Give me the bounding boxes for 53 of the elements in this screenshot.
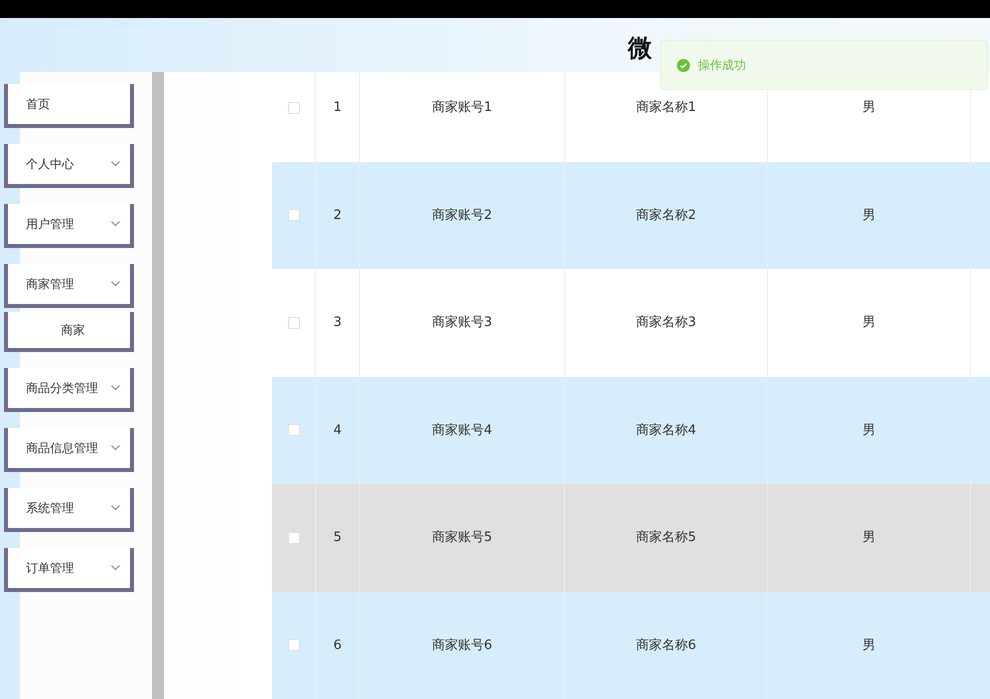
row-checkbox[interactable]: [288, 639, 300, 652]
table-cell-text: 6: [333, 636, 342, 654]
table-cell-text: 男: [862, 636, 876, 654]
chevron-down-icon: [111, 161, 120, 167]
chevron-down-icon: [111, 221, 120, 227]
chevron-down-icon: [111, 565, 120, 571]
scrollbar[interactable]: [152, 72, 164, 699]
table-cell-text: 1: [333, 99, 342, 117]
table-cell-text: 男: [862, 206, 876, 224]
table-cell-text: 商家名称2: [636, 206, 696, 224]
table-cell-text: 商家名称4: [636, 422, 696, 440]
sidebar-item[interactable]: 个人中心: [4, 144, 134, 188]
table-cell-text: 商家名称1: [636, 99, 696, 117]
chevron-down-icon: [111, 445, 120, 451]
row-checkbox[interactable]: [288, 102, 300, 114]
table-cell-text: 商家账号5: [432, 529, 492, 547]
table-cell-text: 商家账号1: [432, 99, 492, 117]
table-row[interactable]: 6 商家账号6 商家名称6 男: [272, 592, 990, 699]
table-cell-text: 2: [333, 206, 342, 224]
sidebar-item[interactable]: 商品信息管理: [4, 428, 134, 472]
table-cell-text: 男: [862, 99, 876, 117]
table-cell-text: 商家名称3: [636, 314, 696, 332]
sidebar-item[interactable]: 首页: [4, 84, 134, 128]
row-checkbox[interactable]: [288, 424, 300, 436]
table-cell-text: 商家名称5: [636, 529, 696, 547]
table-cell-text: 5: [333, 529, 342, 547]
table-cell-text: 商家账号4: [432, 422, 492, 440]
table-cell-text: 商家名称6: [636, 636, 696, 654]
table-cell-text: 男: [862, 529, 876, 547]
toast-message: 操作成功: [698, 57, 746, 74]
table-cell-text: 男: [862, 314, 876, 332]
check-circle-icon: [677, 58, 690, 72]
table-row[interactable]: 2 商家账号2 商家名称2 男: [272, 162, 990, 269]
table-cell-text: 商家账号2: [432, 206, 492, 224]
table-row[interactable]: 5 商家账号5 商家名称5 男: [272, 484, 990, 592]
sidebar-item[interactable]: 商家管理: [4, 264, 134, 308]
sidebar-item[interactable]: 用户管理: [4, 204, 134, 248]
chevron-down-icon: [111, 505, 120, 511]
table-cell-text: 商家账号6: [432, 636, 492, 654]
chevron-down-icon: [111, 385, 120, 391]
chevron-down-icon: [111, 281, 120, 287]
table-cell-text: 商家账号3: [432, 314, 492, 332]
sidebar-item[interactable]: 商品分类管理: [4, 368, 134, 412]
table-cell-text: 4: [333, 422, 342, 440]
table-cell-text: 3: [333, 314, 342, 332]
row-checkbox[interactable]: [288, 532, 300, 544]
row-checkbox[interactable]: [288, 316, 300, 329]
row-checkbox[interactable]: [288, 209, 300, 222]
sidebar-item[interactable]: 系统管理: [4, 488, 134, 532]
table-cell-text: 男: [862, 422, 876, 440]
submenu-item[interactable]: 商家: [4, 312, 134, 352]
sidebar-item[interactable]: 订单管理: [4, 548, 134, 592]
table-row[interactable]: 4 商家账号4 商家名称4 男: [272, 376, 990, 484]
